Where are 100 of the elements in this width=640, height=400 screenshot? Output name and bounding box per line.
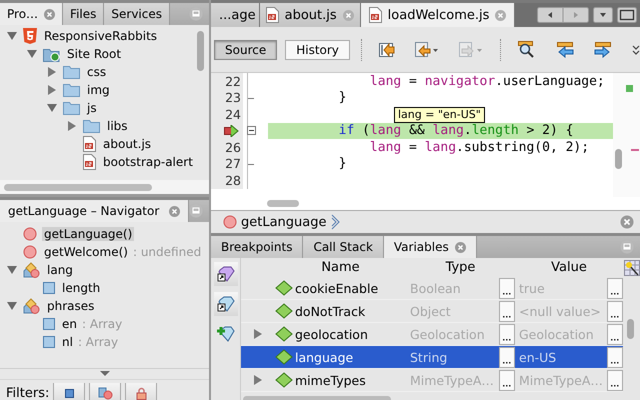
filters-label: Filters:: [6, 386, 50, 400]
circle-icon: [23, 227, 37, 241]
navigator-item[interactable]: getLanguage(): [42, 227, 134, 241]
dropdown-icon[interactable]: [593, 7, 613, 23]
close-icon[interactable]: [495, 10, 506, 20]
previous-occurrence-icon: [556, 42, 574, 58]
diamond-icon: [275, 303, 293, 319]
ellipsis-button[interactable]: [499, 346, 515, 368]
js-file-icon: [83, 154, 96, 170]
diamond-icon: [275, 280, 293, 296]
line-number: 22: [225, 74, 241, 89]
variable-name: cookieEnable: [295, 280, 378, 296]
navigator-item[interactable]: getWelcome(): [42, 245, 130, 259]
editor-tab[interactable]: about.js: [260, 3, 361, 27]
square-icon: [64, 388, 74, 398]
gem-icon: [216, 295, 234, 313]
tree-item[interactable]: bootstrap-alert: [101, 155, 195, 169]
panel-tab[interactable]: Pro…: [0, 3, 64, 25]
jump-icon: [378, 42, 395, 58]
navigator-item[interactable]: nl: [60, 335, 75, 349]
folder-icon: [83, 119, 100, 133]
tree-item[interactable]: about.js: [101, 137, 154, 151]
variable-value: MimeTypeA…: [518, 372, 604, 388]
variable-name: mimeTypes: [295, 372, 366, 388]
close-icon[interactable]: [44, 8, 56, 20]
maximize-icon[interactable]: [617, 7, 637, 23]
navigator-item[interactable]: lang: [45, 263, 75, 277]
expander-icon[interactable]: [254, 375, 262, 385]
panel-tab[interactable]: Breakpoints: [211, 236, 304, 258]
tree-item[interactable]: js: [85, 101, 99, 115]
folder-icon: [63, 83, 80, 97]
tree-item[interactable]: Site Root: [65, 47, 124, 61]
tab-scroll-icon[interactable]: [537, 7, 589, 23]
panel-tab[interactable]: Call Stack: [303, 236, 384, 258]
column-chooser-icon[interactable]: [624, 260, 640, 276]
tree-item[interactable]: css: [85, 65, 108, 79]
square-icon: [43, 282, 55, 294]
editor-tab[interactable]: loadWelcome.js: [360, 3, 516, 27]
tree-item[interactable]: ResponsiveRabbits: [42, 29, 160, 43]
side-button[interactable]: [214, 292, 238, 316]
close-icon[interactable]: [454, 242, 466, 252]
scrollbar-thumb[interactable]: [626, 319, 634, 339]
expander-icon[interactable]: [100, 371, 110, 376]
column-header[interactable]: Name: [275, 260, 406, 275]
overflow-chevron-icon: [632, 44, 640, 56]
variable-name: doNotTrack: [295, 304, 366, 318]
view-toggle-button[interactable]: Source: [214, 40, 278, 60]
diamond-icon: [275, 349, 293, 365]
variable-value: en-US: [518, 350, 558, 364]
close-icon[interactable]: [169, 206, 180, 216]
navigator-item[interactable]: phrases: [45, 299, 96, 313]
variable-row[interactable]: language String en-US: [241, 346, 623, 369]
filter-button[interactable]: [89, 383, 122, 400]
folder-icon: [63, 65, 80, 79]
diamond-circle-icon: [23, 262, 40, 278]
navigator-item[interactable]: en: [60, 317, 79, 331]
variable-type: Geolocation: [409, 326, 486, 342]
scrollbar-thumb[interactable]: [196, 31, 204, 71]
square-icon: [43, 336, 55, 348]
square-icon: [43, 318, 55, 330]
html5-icon: [23, 28, 37, 44]
view-toggle-button[interactable]: History: [285, 40, 350, 60]
line-number: 27: [225, 156, 241, 172]
line-number: 24: [225, 106, 241, 122]
filter-button[interactable]: [125, 383, 158, 400]
ellipsis-button[interactable]: [607, 346, 623, 368]
line-number: 26: [225, 140, 241, 155]
chevron-right-icon: [330, 214, 341, 230]
column-header[interactable]: Type: [406, 260, 515, 275]
fold-toggle-icon[interactable]: [246, 126, 256, 136]
breadcrumb-item[interactable]: getLanguage: [241, 214, 327, 230]
diamond-circle-icon: [23, 298, 40, 314]
variable-type: Boolean: [409, 280, 462, 296]
column-header[interactable]: Value: [515, 260, 623, 275]
type-hint: : undefined: [132, 245, 202, 259]
variable-type: Object: [409, 304, 452, 318]
filter-button[interactable]: [53, 383, 86, 400]
editor-tab[interactable]: ...age: [211, 3, 260, 27]
tree-item[interactable]: img: [85, 83, 112, 97]
scrollbar-thumb[interactable]: [267, 200, 299, 207]
scrollbar-thumb[interactable]: [615, 149, 622, 169]
panel-tab[interactable]: Services: [104, 3, 170, 25]
panel-tab[interactable]: Files: [63, 3, 104, 25]
back-arrow-icon: [414, 42, 439, 58]
js-file-icon: [83, 136, 96, 152]
variable-value: Geolocation: [518, 326, 595, 342]
variable-row[interactable]: mimeTypes MimeTypeA… MimeTypeA…: [241, 369, 623, 392]
tree-item[interactable]: libs: [105, 119, 130, 133]
panel-tab[interactable]: getLanguage – Navigator: [0, 200, 190, 222]
navigator-item[interactable]: length: [60, 281, 102, 295]
side-button[interactable]: [214, 262, 238, 286]
line-number: 23: [225, 90, 241, 106]
close-icon[interactable]: [620, 215, 634, 229]
next-occurrence-icon: [594, 42, 612, 58]
panel-tab[interactable]: Variables: [384, 236, 477, 258]
variable-type: String: [409, 350, 448, 364]
type-hint: : Array: [82, 317, 122, 331]
code-line: }: [338, 156, 346, 172]
close-icon[interactable]: [342, 10, 354, 20]
scrollbar-thumb[interactable]: [4, 184, 152, 190]
